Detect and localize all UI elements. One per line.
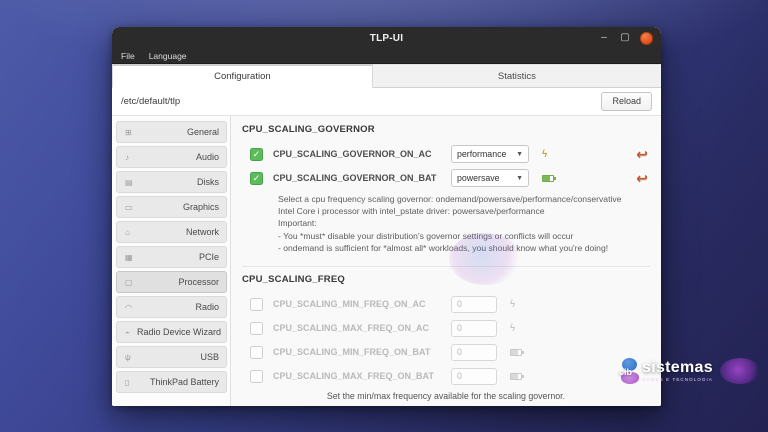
sidebar-item-audio[interactable]: ♪ Audio	[116, 146, 227, 168]
sidebar-item-processor[interactable]: ▢ Processor	[116, 271, 227, 293]
sidebar-item-network[interactable]: ⌂ Network	[116, 221, 227, 243]
governor-description: Select a cpu frequency scaling governor:…	[278, 194, 622, 253]
wizard-icon: ⌁	[125, 327, 130, 337]
max-freq-on-ac-checkbox[interactable]	[250, 321, 263, 335]
chevron-down-icon: ▼	[516, 150, 523, 158]
undo-icon[interactable]: ↩	[636, 147, 648, 161]
sidebar-item-thinkpad-battery[interactable]: ▯ ThinkPad Battery	[116, 371, 227, 393]
sidebar-item-radio[interactable]: ◠ Radio	[116, 296, 227, 318]
close-icon[interactable]	[640, 31, 653, 45]
tab-configuration[interactable]: Configuration	[112, 64, 373, 88]
sidebar-item-graphics[interactable]: ▭ Graphics	[116, 196, 227, 218]
watermark-tagline: GAMES E TECNOLOGIA	[642, 377, 713, 382]
sidebar-item-radio-device-wizard[interactable]: ⌁ Radio Device Wizard	[116, 321, 227, 343]
max-freq-on-bat-row: CPU_SCALING_MAX_FREQ_ON_BAT	[242, 364, 661, 388]
sidebar-item-general[interactable]: ⊞ General	[116, 121, 227, 143]
disk-icon: ▤	[125, 177, 133, 187]
tlp-ui-window: TLP-UI – ▢ File Language Configuration S…	[112, 27, 661, 406]
window-title: TLP-UI	[369, 32, 404, 44]
menu-file[interactable]: File	[121, 51, 135, 61]
titlebar[interactable]: TLP-UI – ▢	[112, 27, 661, 49]
min-freq-on-bat-checkbox[interactable]	[250, 345, 263, 359]
max-freq-on-ac-input[interactable]	[451, 319, 497, 337]
ac-power-icon: ϟ	[510, 322, 516, 334]
governor-on-ac-checkbox[interactable]: ✓	[250, 147, 263, 161]
minimize-icon[interactable]: –	[598, 33, 610, 43]
config-file-path: /etc/default/tlp	[121, 96, 181, 107]
battery-icon: ▯	[125, 377, 130, 387]
config-path-row: /etc/default/tlp Reload	[112, 88, 661, 115]
min-freq-on-ac-row: CPU_SCALING_MIN_FREQ_ON_AC ϟ	[242, 292, 661, 316]
governor-on-ac-dropdown[interactable]: performance ▼	[451, 145, 529, 163]
category-sidebar: ⊞ General ♪ Audio ▤ Disks ▭ Graphics ⌂ N…	[112, 116, 230, 406]
menu-language[interactable]: Language	[149, 51, 187, 61]
watermark-prefix: cib	[619, 367, 633, 377]
max-freq-on-bat-input[interactable]	[451, 367, 497, 385]
audio-icon: ♪	[125, 152, 129, 162]
governor-on-bat-row: ✓ CPU_SCALING_GOVERNOR_ON_BAT powersave …	[242, 166, 661, 190]
ac-power-icon: ϟ	[510, 298, 516, 310]
tab-statistics[interactable]: Statistics	[372, 64, 661, 88]
min-freq-on-bat-input[interactable]	[451, 343, 497, 361]
sidebar-item-disks[interactable]: ▤ Disks	[116, 171, 227, 193]
min-freq-on-bat-row: CPU_SCALING_MIN_FREQ_ON_BAT	[242, 340, 661, 364]
tab-bar: Configuration Statistics	[112, 64, 661, 88]
menubar: File Language	[112, 49, 661, 64]
maximize-icon[interactable]: ▢	[619, 33, 631, 43]
network-icon: ⌂	[125, 227, 130, 237]
processor-icon: ▢	[125, 277, 133, 287]
radio-icon: ◠	[125, 302, 132, 312]
section-header-governor: CPU_SCALING_GOVERNOR	[242, 124, 375, 135]
battery-power-icon	[510, 372, 524, 380]
section-divider	[242, 266, 650, 268]
battery-power-icon	[510, 348, 524, 356]
section-header-freq: CPU_SCALING_FREQ	[242, 274, 345, 286]
ac-power-icon: ϟ	[542, 148, 548, 160]
sidebar-item-pcie[interactable]: ▦ PCIe	[116, 246, 227, 268]
settings-panel: CPU_SCALING_GOVERNOR ✓ CPU_SCALING_GOVER…	[230, 116, 661, 406]
general-icon: ⊞	[125, 127, 132, 137]
watermark-blob	[720, 358, 760, 384]
chevron-down-icon: ▼	[516, 174, 523, 182]
pcie-icon: ▦	[125, 252, 133, 262]
governor-on-ac-row: ✓ CPU_SCALING_GOVERNOR_ON_AC performance…	[242, 142, 661, 166]
max-freq-on-ac-row: CPU_SCALING_MAX_FREQ_ON_AC ϟ	[242, 316, 661, 340]
usb-icon: ψ	[125, 352, 131, 362]
governor-on-bat-dropdown[interactable]: powersave ▼	[451, 169, 529, 187]
sidebar-item-usb[interactable]: ψ USB	[116, 346, 227, 368]
display-icon: ▭	[125, 202, 133, 212]
battery-power-icon	[542, 174, 556, 182]
max-freq-on-bat-checkbox[interactable]	[250, 369, 263, 383]
undo-icon[interactable]: ↩	[636, 171, 648, 185]
min-freq-on-ac-checkbox[interactable]	[250, 297, 263, 311]
reload-button[interactable]: Reload	[601, 92, 652, 111]
governor-on-bat-checkbox[interactable]: ✓	[250, 171, 263, 185]
watermark-brand: sistemas	[642, 359, 713, 376]
min-freq-on-ac-input[interactable]	[451, 295, 497, 313]
freq-helper-text: Set the min/max frequency available for …	[326, 391, 566, 402]
